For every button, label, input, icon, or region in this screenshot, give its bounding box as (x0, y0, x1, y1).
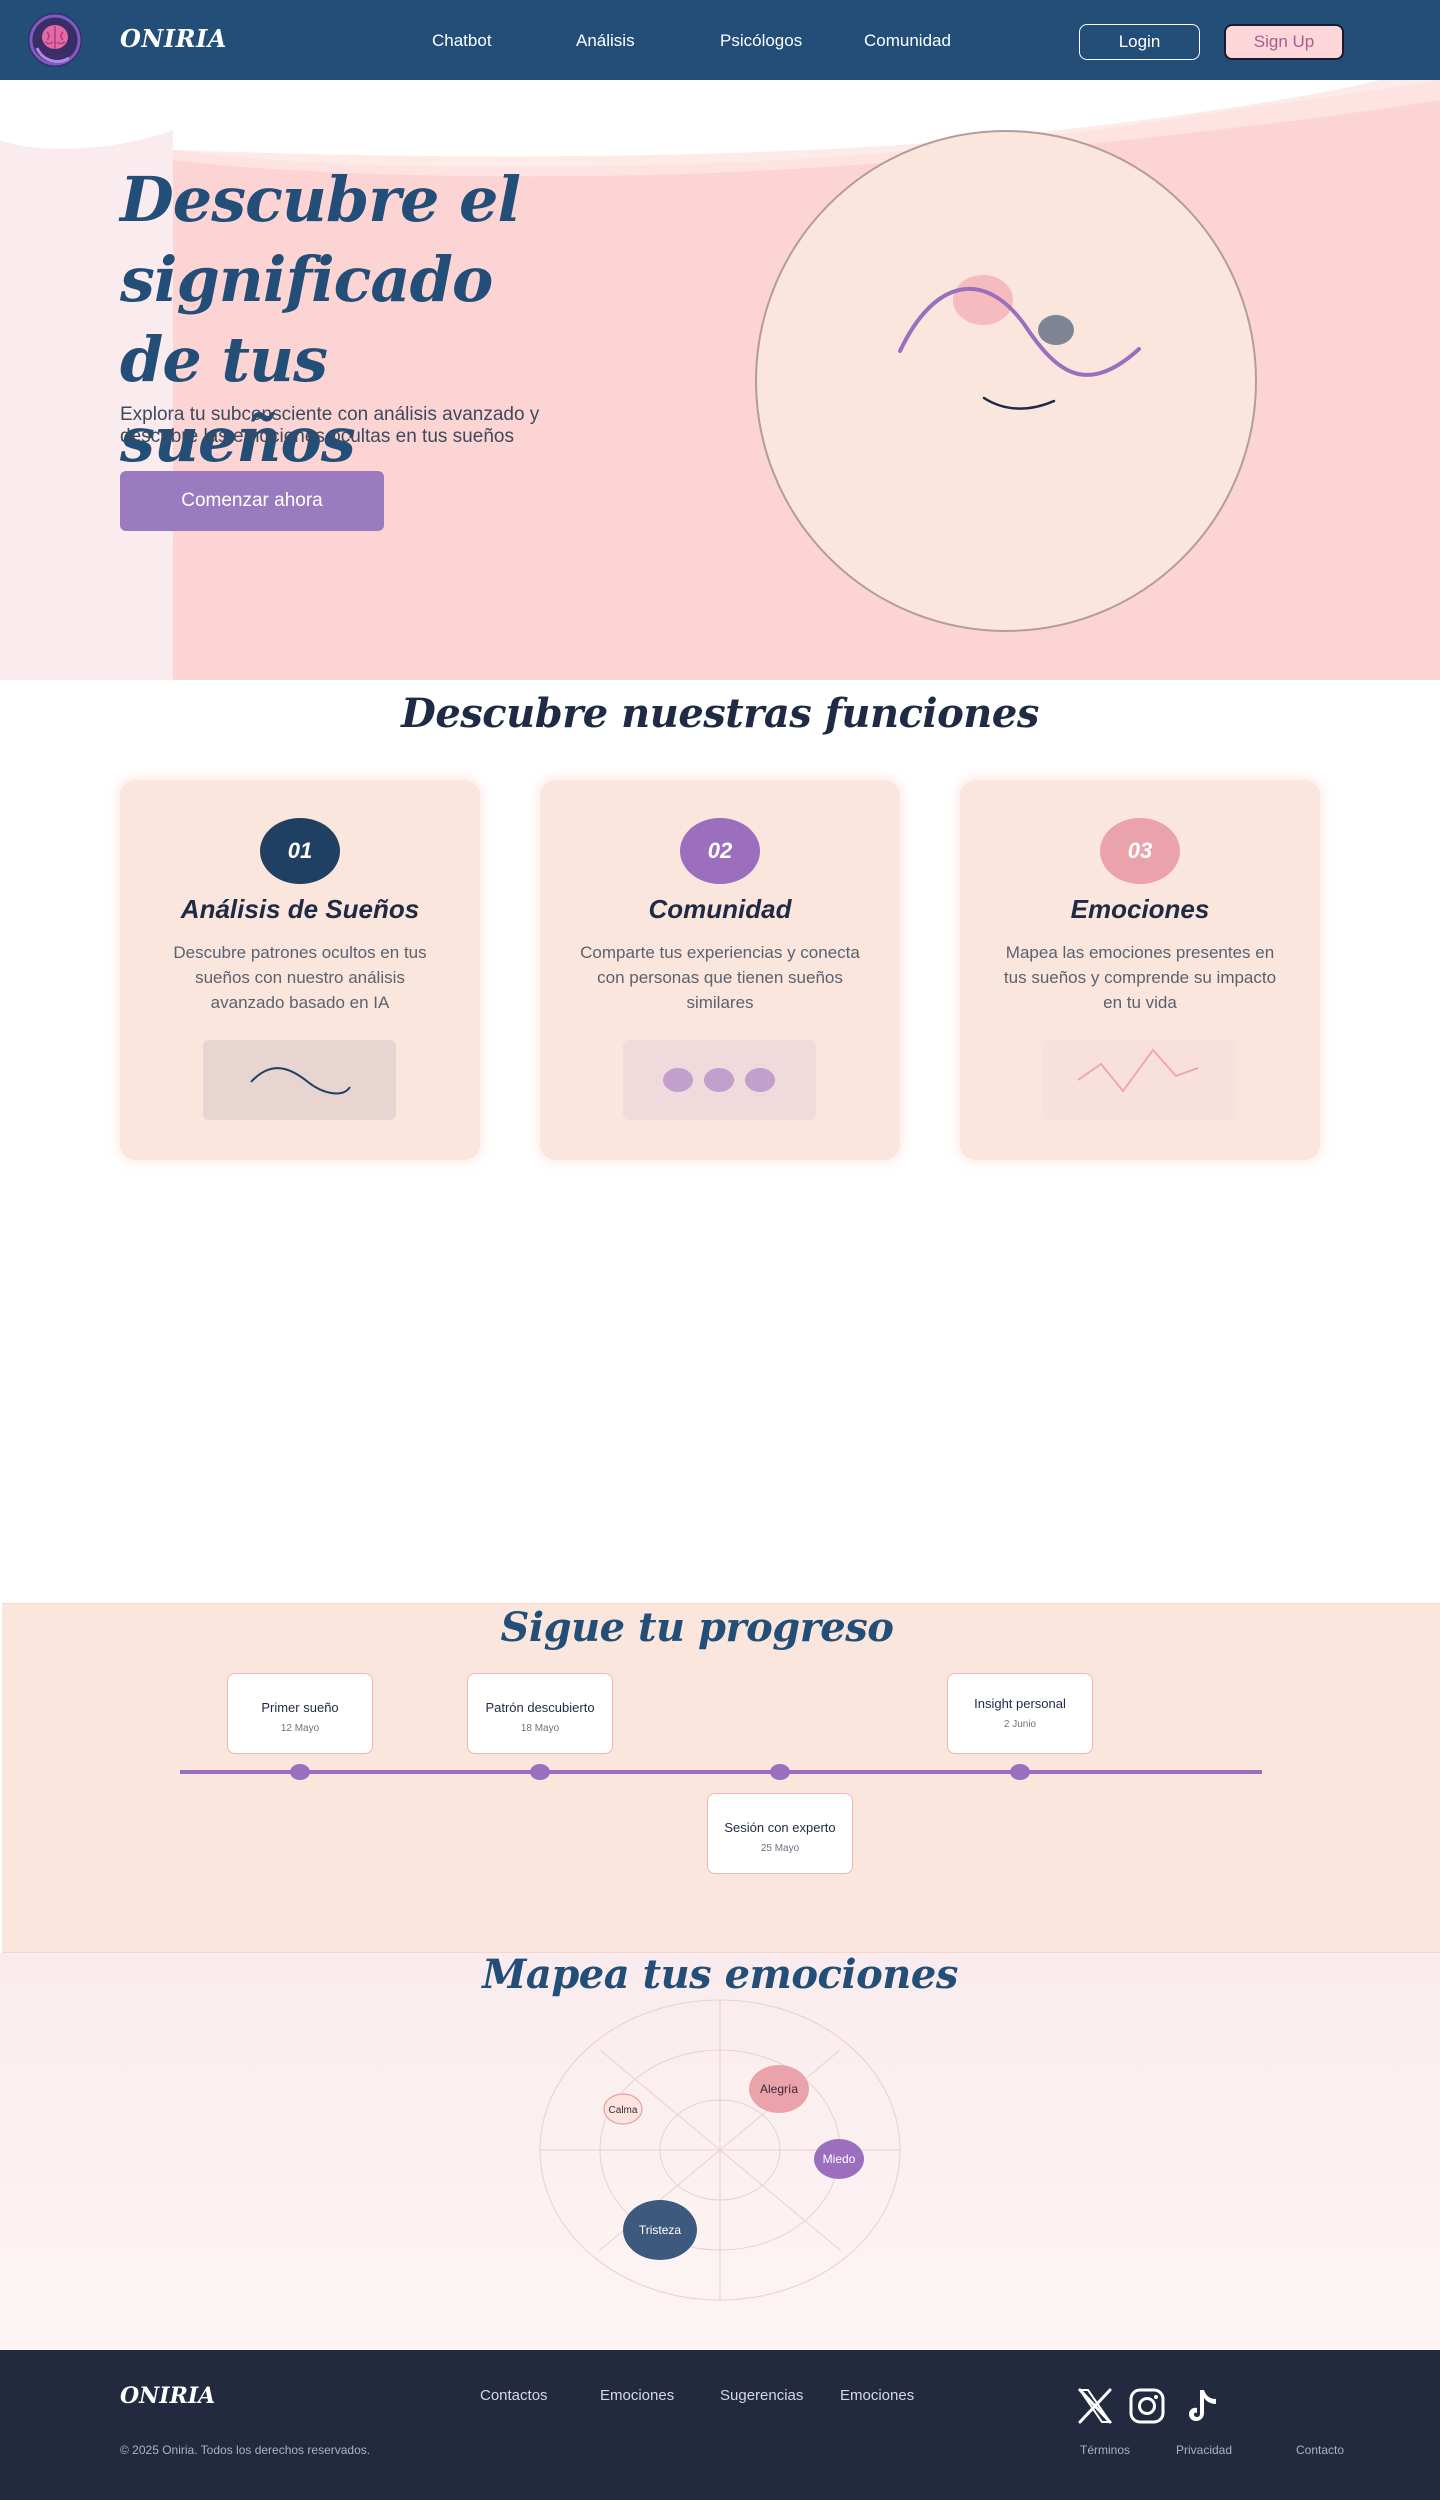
nav-link-analisis[interactable]: Análisis (576, 31, 635, 51)
copyright-text: © 2025 Oniria. Todos los derechos reserv… (120, 2443, 371, 2457)
card-title: Emociones (1070, 894, 1210, 924)
feature-card-comunidad[interactable]: 02 Comunidad Comparte tus experiencias y… (540, 780, 900, 1160)
milestone-date: 18 Mayo (520, 1723, 560, 1734)
progress-title: Sigue tu progreso (500, 1604, 894, 1651)
brain-logo-icon[interactable] (27, 12, 83, 68)
footer-link-contactos[interactable]: Contactos (480, 2387, 548, 2404)
milestone-card[interactable]: Patrón descubierto 18 Mayo (467, 1673, 613, 1754)
legal-link-privacidad[interactable]: Privacidad (1176, 2443, 1232, 2457)
milestone-label: Patrón descubierto (485, 1700, 595, 1715)
milestone-label: Insight personal (974, 1696, 1066, 1711)
emotion-radar-chart: Alegría Calma Miedo Tristeza (539, 1999, 901, 2301)
milestone-label: Primer sueño (261, 1700, 339, 1715)
milestone-date: 12 Mayo (280, 1723, 320, 1734)
card-number-badge: 02 (680, 818, 760, 884)
card-title: Comunidad (648, 894, 792, 924)
footer-link-sugerencias[interactable]: Sugerencias (720, 2387, 803, 2404)
hero-section: Descubre el significado de tus sueños Ex… (0, 80, 1440, 680)
milestone-date: 25 Mayo (760, 1843, 800, 1854)
timeline-line (180, 1770, 1262, 1774)
start-now-button[interactable]: Comenzar ahora (120, 471, 384, 531)
timeline-dot[interactable] (530, 1764, 550, 1780)
card-description: Descubre patrones ocultos en tus sueños … (173, 943, 427, 1012)
nav-link-comunidad[interactable]: Comunidad (864, 31, 951, 51)
footer-link-emociones[interactable]: Emociones (600, 2387, 674, 2404)
nav-link-psicologos[interactable]: Psicólogos (720, 31, 802, 51)
feature-card-analisis[interactable]: 01 Análisis de Sueños Descubre patrones … (120, 780, 480, 1160)
card-number-badge: 01 (260, 818, 340, 884)
brand-logo[interactable]: ONIRIA (120, 24, 227, 53)
milestone-label: Sesión con experto (724, 1820, 836, 1835)
feature-card-emociones[interactable]: 03 Emociones Mapea las emociones present… (960, 780, 1320, 1160)
card-title: Análisis de Sueños (180, 894, 420, 924)
tiktok-icon[interactable] (1184, 2386, 1224, 2426)
zigzag-illustration (1043, 1040, 1236, 1120)
x-icon[interactable] (1075, 2386, 1115, 2426)
features-title: Descubre nuestras funciones (401, 690, 1039, 737)
wave-illustration (203, 1040, 396, 1120)
milestone-card[interactable]: Insight personal 2 Junio (947, 1673, 1093, 1754)
card-number-badge: 03 (1100, 818, 1180, 884)
emotion-label-alegria: Alegría (760, 2082, 798, 2096)
nav-link-chatbot[interactable]: Chatbot (432, 31, 492, 51)
emotion-label-calma: Calma (609, 2105, 638, 2116)
emotions-section: Mapea tus emociones Alegría Calma Miedo … (0, 1951, 1440, 2350)
instagram-icon[interactable] (1127, 2386, 1167, 2426)
login-button[interactable]: Login (1079, 24, 1200, 60)
legal-link-contacto[interactable]: Contacto (1296, 2443, 1344, 2457)
signup-button[interactable]: Sign Up (1224, 24, 1344, 60)
timeline-dot[interactable] (290, 1764, 310, 1780)
emotions-title: Mapea tus emociones (482, 1951, 958, 1998)
legal-link-terminos[interactable]: Términos (1080, 2443, 1130, 2457)
milestone-date: 2 Junio (1003, 1719, 1037, 1730)
navbar: ONIRIA Chatbot Análisis Psicólogos Comun… (0, 0, 1440, 80)
card-description: Mapea las emociones presentes en tus sue… (1003, 943, 1277, 1012)
dream-illustration (755, 130, 1257, 632)
progress-section: Sigue tu progreso Primer sueño 12 Mayo P… (2, 1603, 1440, 1953)
card-description: Comparte tus experiencias y conecta con … (580, 943, 860, 1012)
milestone-card[interactable]: Sesión con experto 25 Mayo (707, 1793, 853, 1874)
community-dots-illustration (623, 1040, 816, 1120)
milestone-card[interactable]: Primer sueño 12 Mayo (227, 1673, 373, 1754)
emotion-label-tristeza: Tristeza (639, 2223, 682, 2237)
emotion-label-miedo: Miedo (823, 2152, 856, 2166)
footer: ONIRIA © 2025 Oniria. Todos los derechos… (0, 2350, 1440, 2500)
footer-brand[interactable]: ONIRIA (120, 2383, 215, 2409)
footer-link-emociones-2[interactable]: Emociones (840, 2387, 914, 2404)
timeline-dot[interactable] (770, 1764, 790, 1780)
hero-subtitle: Explora tu subconsciente con análisis av… (120, 404, 540, 447)
timeline-dot[interactable] (1010, 1764, 1030, 1780)
